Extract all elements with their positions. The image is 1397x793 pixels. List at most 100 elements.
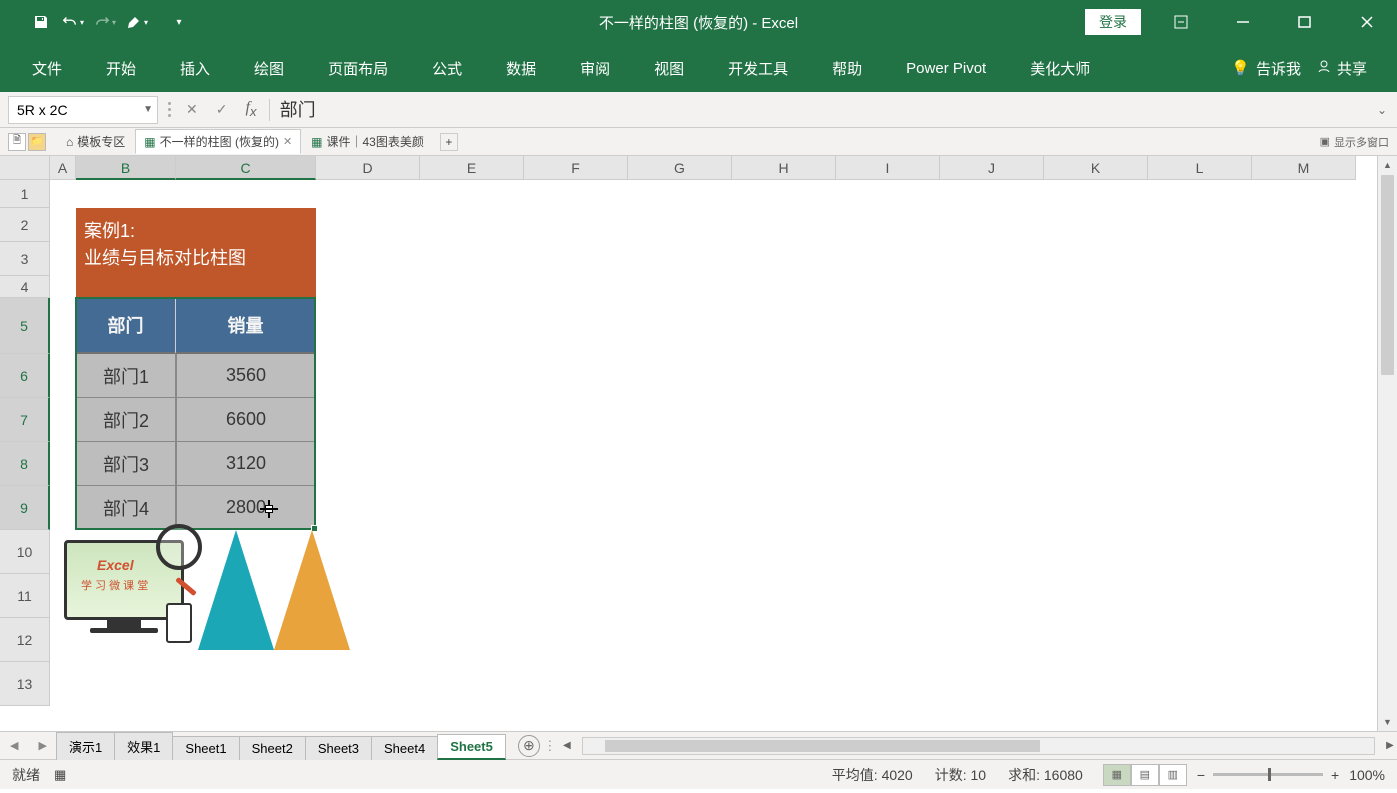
column-header-A[interactable]: A (50, 156, 76, 180)
fx-icon[interactable]: fx (245, 99, 256, 119)
cell-I6[interactable] (836, 354, 940, 398)
cell-H2[interactable] (732, 208, 836, 242)
cell-E8[interactable] (420, 442, 524, 486)
cell-K5[interactable] (1044, 298, 1148, 354)
zoom-level[interactable]: 100% (1349, 767, 1385, 783)
cell-E9[interactable] (420, 486, 524, 530)
table-header-sales[interactable]: 销量 (176, 298, 316, 354)
cell-M4[interactable] (1252, 276, 1356, 298)
cell-L3[interactable] (1148, 242, 1252, 276)
cell-L7[interactable] (1148, 398, 1252, 442)
row-header-5[interactable]: 5 (0, 298, 50, 354)
spreadsheet-grid[interactable]: ABCDEFGHIJKLM 12345678910111213 案例1: 业绩与… (0, 156, 1397, 731)
name-box-dropdown-icon[interactable]: ▼ (143, 104, 153, 115)
cell-M10[interactable] (1252, 530, 1356, 574)
row-header-3[interactable]: 3 (0, 242, 50, 276)
select-all-corner[interactable] (0, 156, 50, 180)
add-sheet-button[interactable]: ⊕ (518, 735, 540, 757)
cell-E12[interactable] (420, 618, 524, 662)
row-header-10[interactable]: 10 (0, 530, 50, 574)
name-box[interactable]: 5R x 2C ▼ (8, 96, 158, 124)
cell-H6[interactable] (732, 354, 836, 398)
cell-D7[interactable] (316, 398, 420, 442)
view-pagebreak-button[interactable]: ▥ (1159, 764, 1187, 786)
cell-A5[interactable] (50, 298, 76, 354)
cell-G7[interactable] (628, 398, 732, 442)
minimize-icon[interactable] (1221, 8, 1265, 36)
undo-icon[interactable]: ▾ (62, 11, 84, 33)
sheet-nav-prev[interactable]: ◀ (0, 739, 28, 752)
row-header-7[interactable]: 7 (0, 398, 50, 442)
table-row[interactable]: 6600 (176, 398, 316, 442)
cell-A4[interactable] (50, 276, 76, 298)
cell-A6[interactable] (50, 354, 76, 398)
cell-K4[interactable] (1044, 276, 1148, 298)
cell-M6[interactable] (1252, 354, 1356, 398)
cell-H1[interactable] (732, 180, 836, 208)
cell-D2[interactable] (316, 208, 420, 242)
column-header-K[interactable]: K (1044, 156, 1148, 180)
cell-F1[interactable] (524, 180, 628, 208)
ribbon-tab-layout[interactable]: 页面布局 (306, 46, 410, 91)
ribbon-tab-review[interactable]: 审阅 (558, 46, 632, 91)
cell-K9[interactable] (1044, 486, 1148, 530)
close-icon[interactable] (1345, 8, 1389, 36)
hscroll-thumb[interactable] (605, 740, 1040, 752)
cell-G8[interactable] (628, 442, 732, 486)
cell-H5[interactable] (732, 298, 836, 354)
cell-M5[interactable] (1252, 298, 1356, 354)
cell-G9[interactable] (628, 486, 732, 530)
cell-I12[interactable] (836, 618, 940, 662)
cell-F11[interactable] (524, 574, 628, 618)
cell-E6[interactable] (420, 354, 524, 398)
cell-L8[interactable] (1148, 442, 1252, 486)
sheet-nav-next[interactable]: ▶ (28, 739, 56, 752)
sheet-tab-Sheet1[interactable]: Sheet1 (172, 736, 239, 760)
ribbon-tab-insert[interactable]: 插入 (158, 46, 232, 91)
cell-D3[interactable] (316, 242, 420, 276)
table-header-dept[interactable]: 部门 (76, 298, 176, 354)
sheet-tab-演示1[interactable]: 演示1 (56, 732, 115, 760)
row-header-4[interactable]: 4 (0, 276, 50, 298)
sheet-tab-效果1[interactable]: 效果1 (114, 732, 173, 760)
triangle-orange-shape[interactable] (274, 530, 350, 650)
zoom-slider[interactable]: − + (1197, 767, 1339, 783)
cell-K7[interactable] (1044, 398, 1148, 442)
cell-A9[interactable] (50, 486, 76, 530)
column-header-G[interactable]: G (628, 156, 732, 180)
cell-L5[interactable] (1148, 298, 1252, 354)
show-multiwindow-button[interactable]: ▣ 显示多窗口 (1320, 134, 1389, 150)
table-row[interactable]: 部门3 (76, 442, 176, 486)
cell-E3[interactable] (420, 242, 524, 276)
cell-E11[interactable] (420, 574, 524, 618)
cell-I11[interactable] (836, 574, 940, 618)
qat-customize-icon[interactable]: ▾ (168, 11, 190, 33)
cell-A13[interactable] (50, 662, 76, 706)
zoom-in-icon[interactable]: + (1331, 767, 1339, 783)
cell-M8[interactable] (1252, 442, 1356, 486)
cell-K8[interactable] (1044, 442, 1148, 486)
column-header-E[interactable]: E (420, 156, 524, 180)
cell-B1[interactable] (76, 180, 176, 208)
vscroll-thumb[interactable] (1381, 175, 1394, 375)
cell-F2[interactable] (524, 208, 628, 242)
cell-I13[interactable] (836, 662, 940, 706)
cell-L4[interactable] (1148, 276, 1252, 298)
cell-H3[interactable] (732, 242, 836, 276)
cell-G3[interactable] (628, 242, 732, 276)
cell-H13[interactable] (732, 662, 836, 706)
ribbon-tab-beautify[interactable]: 美化大师 (1008, 46, 1112, 91)
ribbon-tab-formulas[interactable]: 公式 (410, 46, 484, 91)
cell-J7[interactable] (940, 398, 1044, 442)
cell-L13[interactable] (1148, 662, 1252, 706)
formula-expand-icon[interactable]: ⌄ (1367, 103, 1397, 117)
cell-H12[interactable] (732, 618, 836, 662)
cell-F13[interactable] (524, 662, 628, 706)
doc-tab-other[interactable]: ▦ 课件｜43图表美颜 (303, 130, 432, 153)
cell-J1[interactable] (940, 180, 1044, 208)
cell-M12[interactable] (1252, 618, 1356, 662)
vertical-scrollbar[interactable]: ▲ ▼ (1377, 156, 1397, 731)
cell-A7[interactable] (50, 398, 76, 442)
cell-G2[interactable] (628, 208, 732, 242)
sheet-tab-Sheet2[interactable]: Sheet2 (239, 736, 306, 760)
